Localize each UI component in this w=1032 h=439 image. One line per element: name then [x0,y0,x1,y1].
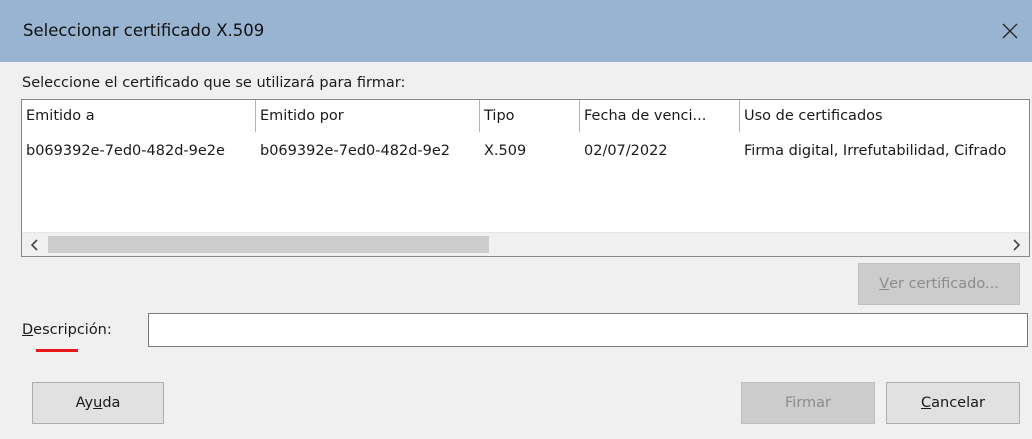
sign-button[interactable]: Firmar [741,382,875,424]
scroll-thumb[interactable] [48,236,489,253]
help-label-post: da [102,395,121,411]
horizontal-scrollbar[interactable] [22,232,1029,256]
instruction-label: Seleccione el certificado que se utiliza… [22,75,406,91]
column-header-type[interactable]: Tipo [480,100,580,132]
column-header-issued-by[interactable]: Emitido por [256,100,480,132]
column-header-issued-to[interactable]: Emitido a [22,100,256,132]
description-label: Descripción: [22,322,112,338]
chevron-left-icon [31,239,38,251]
certificate-list[interactable]: Emitido a Emitido por Tipo Fecha de venc… [21,99,1030,257]
cancel-mnemonic: C [921,395,932,411]
column-header-usage[interactable]: Uso de certificados [740,100,1029,132]
view-certificate-mnemonic: V [879,276,890,292]
help-label-pre: Ay [75,395,94,411]
scroll-right-button[interactable] [1003,233,1029,256]
description-mnemonic: D [22,322,34,338]
help-mnemonic: u [93,395,103,411]
table-row[interactable]: b069392e-7ed0-482d-9e2e b069392e-7ed0-48… [22,136,1029,166]
spellcheck-underline [36,349,78,352]
description-label-text: escripción: [33,322,112,338]
cell-issued-to: b069392e-7ed0-482d-9e2e [26,143,225,159]
view-certificate-button[interactable]: Ver certificado... [858,263,1020,305]
close-button[interactable] [988,0,1032,62]
cancel-label: ancelar [931,395,985,411]
close-icon [1002,23,1018,39]
column-header-expiry-date[interactable]: Fecha de venci... [580,100,740,132]
cell-type: X.509 [484,143,527,159]
chevron-right-icon [1013,239,1020,251]
help-button[interactable]: Ay u da [32,382,164,424]
window-title: Seleccionar certificado X.509 [23,21,265,40]
cell-usage: Firma digital, Irrefutabilidad, Cifrado [744,143,1007,159]
cancel-button[interactable]: Cancelar [886,382,1020,424]
cell-issued-by: b069392e-7ed0-482d-9e2 [260,143,451,159]
select-certificate-dialog: Seleccionar certificado X.509 Seleccione… [0,0,1032,439]
view-certificate-label: er certificado... [889,276,999,292]
cell-expiry-date: 02/07/2022 [584,143,668,159]
title-bar[interactable]: Seleccionar certificado X.509 [0,0,1032,62]
column-header-row: Emitido a Emitido por Tipo Fecha de venc… [22,100,1029,132]
description-input[interactable] [148,313,1028,347]
scroll-left-button[interactable] [22,233,48,256]
